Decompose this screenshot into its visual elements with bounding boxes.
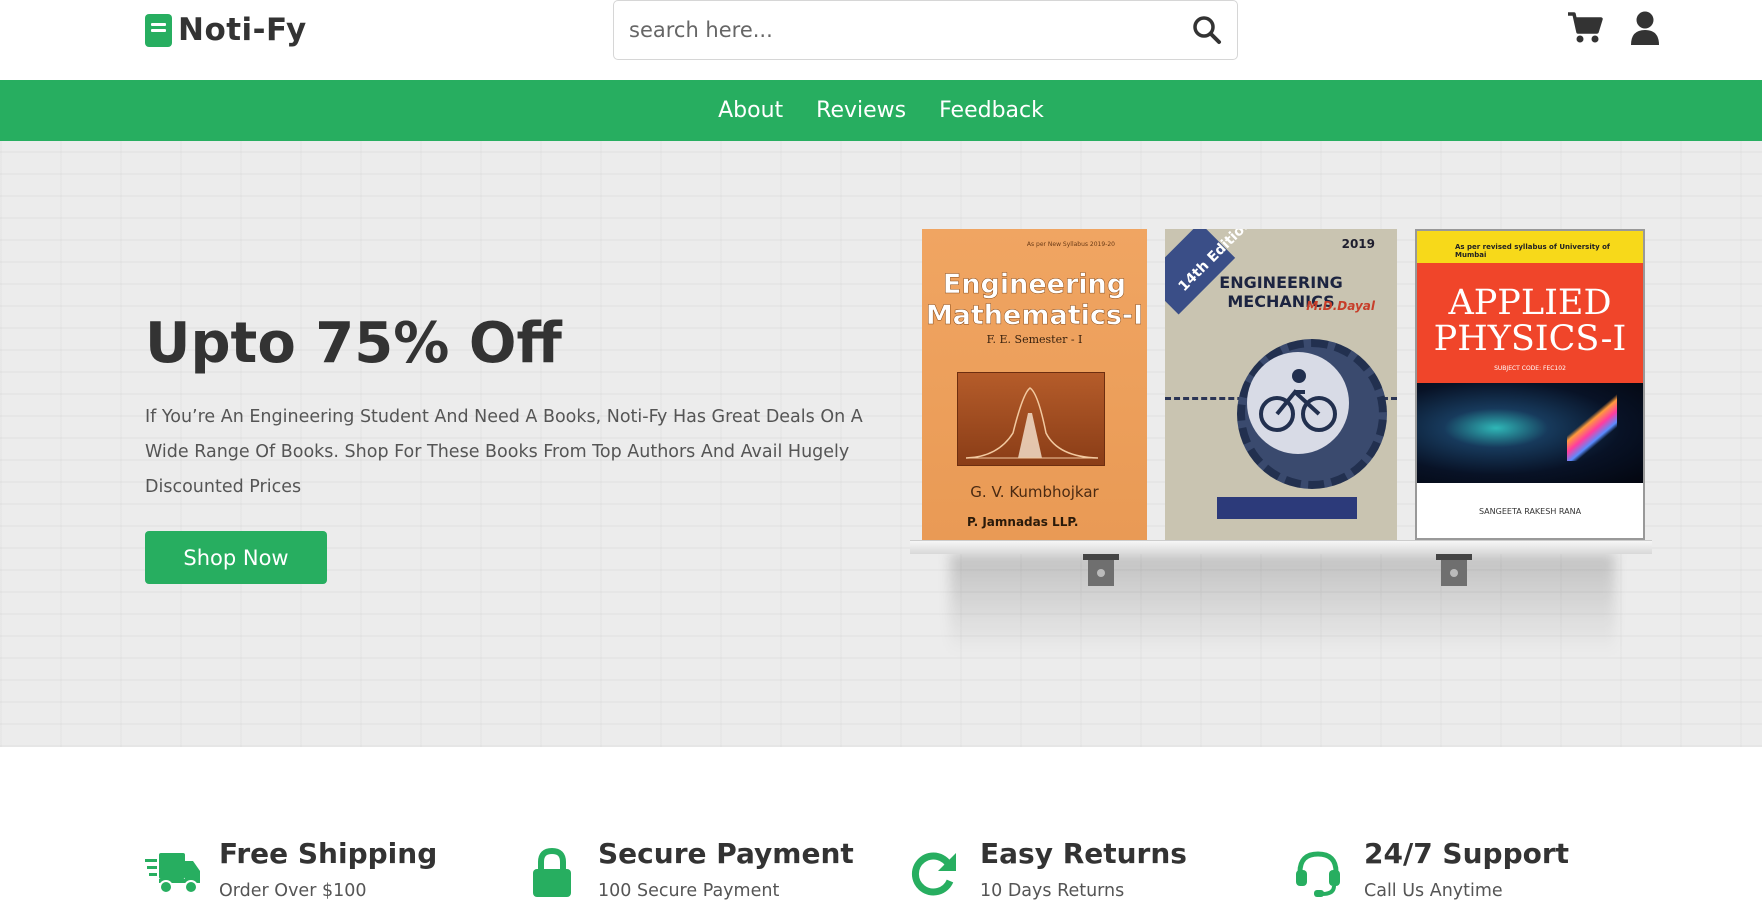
search-input[interactable] xyxy=(614,1,1177,59)
book-subtitle: F. E. Semester - I xyxy=(986,333,1083,346)
book-icon xyxy=(145,13,172,47)
logo[interactable]: Noti-Fy xyxy=(145,12,307,48)
navbar: About Reviews Feedback xyxy=(0,80,1762,141)
book-author: SANGEETA RAKESH RANA xyxy=(1478,507,1582,516)
feature-secure-payment: Secure Payment 100 Secure Payment xyxy=(524,837,854,903)
book-author: G. V. Kumbhojkar xyxy=(970,483,1099,501)
user-icon xyxy=(1631,11,1659,45)
feature-title: Free Shipping xyxy=(219,837,438,870)
feature-easy-returns: Easy Returns 10 Days Returns xyxy=(906,837,1187,903)
feature-subtitle: Order Over $100 xyxy=(219,881,367,901)
book-cover-graph-image xyxy=(957,372,1105,466)
book-title: Engineering Mathematics-I xyxy=(922,269,1147,332)
hero-title: Upto 75% Off xyxy=(145,311,562,376)
hero-description: If You’re An Engineering Student And Nee… xyxy=(145,407,863,497)
cart-button[interactable] xyxy=(1567,10,1603,46)
shelf-bracket-right xyxy=(1436,554,1472,586)
shelf-bracket-left xyxy=(1083,554,1119,586)
book-title-line2: Mathematics-I xyxy=(925,300,1144,332)
cover-info-box xyxy=(1217,497,1357,519)
shelf-shadow xyxy=(950,554,1615,654)
brand-name: Noti-Fy xyxy=(178,12,307,48)
cart-icon xyxy=(1568,12,1603,43)
feature-title: 24/7 Support xyxy=(1364,837,1570,870)
truck-icon xyxy=(145,843,201,903)
site-header: Noti-Fy xyxy=(0,0,1762,80)
book-title-line2: PHYSICS-I xyxy=(1433,319,1627,359)
feature-title: Secure Payment xyxy=(598,837,854,870)
nav-link-reviews[interactable]: Reviews xyxy=(816,98,906,123)
feature-subtitle: 10 Days Returns xyxy=(980,881,1125,901)
redo-icon xyxy=(906,843,962,903)
feature-free-shipping: Free Shipping Order Over $100 xyxy=(145,837,437,903)
search-icon xyxy=(1193,16,1221,44)
header-icons xyxy=(1567,10,1663,46)
book-cover-applied-physics[interactable]: As per revised syllabus of University of… xyxy=(1415,229,1645,540)
nav-link-feedback[interactable]: Feedback xyxy=(939,98,1044,123)
shop-now-button[interactable]: Shop Now xyxy=(145,531,327,584)
feature-title: Easy Returns xyxy=(980,837,1187,870)
user-button[interactable] xyxy=(1627,10,1663,46)
book-cover-engineering-mathematics[interactable]: As per New Syllabus 2019-20 Engineering … xyxy=(922,229,1147,540)
headset-icon xyxy=(1290,843,1346,903)
book-cover-engineering-mechanics[interactable]: 14th Edition 2019 ENGINEERING MECHANICS … xyxy=(1165,229,1397,540)
features-section: Free Shipping Order Over $100 Secure Pay… xyxy=(0,747,1762,917)
lock-icon xyxy=(524,843,580,903)
book-title-line1: APPLIED xyxy=(1448,283,1612,323)
nav-link-about[interactable]: About xyxy=(718,98,783,123)
book-title-line1: Engineering xyxy=(942,269,1127,301)
feature-subtitle: 100 Secure Payment xyxy=(598,881,780,901)
book-year: 2019 xyxy=(1341,237,1375,251)
feature-support: 24/7 Support Call Us Anytime xyxy=(1290,837,1569,903)
search-button[interactable] xyxy=(1177,1,1237,59)
cover-light-rays xyxy=(1567,391,1617,461)
hero-banner: Upto 75% Off If You’re An Engineering St… xyxy=(0,141,1762,747)
bookshelf xyxy=(910,540,1652,554)
book-publisher: P. Jamnadas LLP. xyxy=(967,515,1079,529)
bicycle-icon xyxy=(1259,369,1337,432)
book-note: As per revised syllabus of University of… xyxy=(1455,243,1610,259)
book-subtitle: SUBJECT CODE: FEC102 xyxy=(1494,365,1566,372)
cyclist-graphic xyxy=(1247,352,1349,454)
feature-subtitle: Call Us Anytime xyxy=(1364,881,1503,901)
search-form xyxy=(613,0,1238,60)
book-title: APPLIED PHYSICS-I xyxy=(1417,285,1643,357)
book-note: As per New Syllabus 2019-20 xyxy=(1026,241,1115,248)
graph-illustration xyxy=(965,387,1099,459)
book-author: M.D.Dayal xyxy=(1306,299,1375,313)
